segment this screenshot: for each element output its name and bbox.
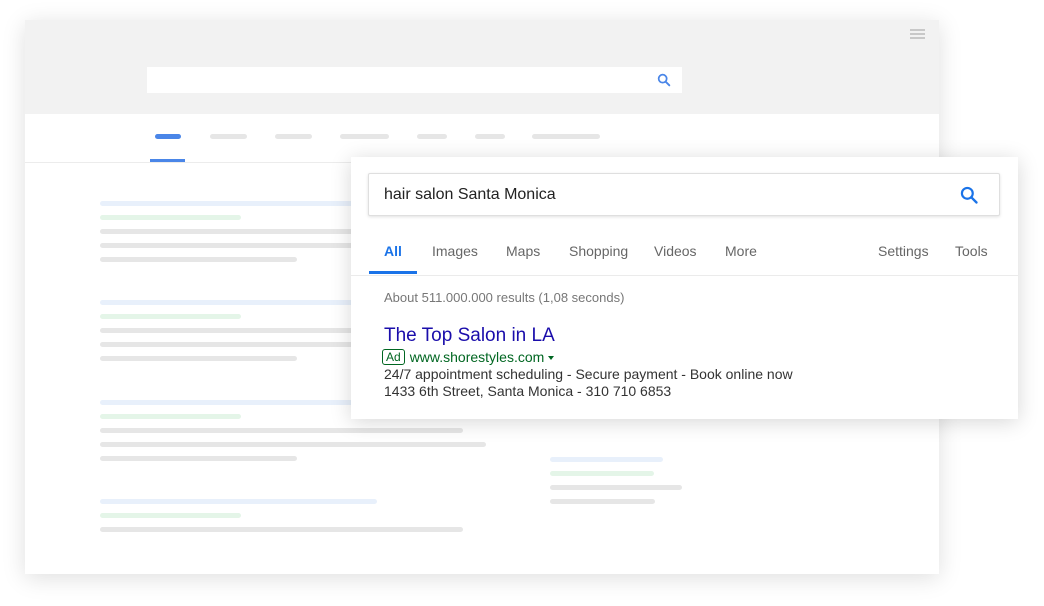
tab-shopping[interactable]: Shopping [569,243,628,259]
search-icon [657,73,671,87]
ad-result-description-line: 24/7 appointment scheduling - Secure pay… [384,366,793,382]
skeleton-line [550,485,682,490]
search-icon[interactable] [959,185,979,205]
search-tabs: All Images Maps Shopping Videos More Set… [351,234,1018,276]
skeleton-line [100,456,297,461]
skeleton-line [100,243,370,248]
caret-down-icon[interactable] [548,355,555,360]
skeleton-line [100,428,463,433]
skeleton-line [550,499,655,504]
skeleton-line [100,229,370,234]
background-tab-placeholder [532,134,600,139]
active-tab-underline [369,271,417,274]
skeleton-line [100,201,370,206]
tab-more[interactable]: More [725,243,757,259]
search-query-text[interactable]: hair salon Santa Monica [384,186,556,204]
skeleton-line [100,257,297,262]
menu-icon [910,29,925,39]
results-count: About 511.000.000 results (1,08 seconds) [384,290,625,305]
background-search-bar [147,67,682,93]
search-results-panel: hair salon Santa Monica All Images Maps … [351,157,1018,419]
ad-result-address-line: 1433 6th Street, Santa Monica - 310 710 … [384,383,672,399]
tab-settings[interactable]: Settings [878,243,929,259]
skeleton-line [100,300,370,305]
search-input[interactable]: hair salon Santa Monica [368,173,1000,216]
background-tab-placeholder [475,134,505,139]
background-top-bar [25,20,939,114]
skeleton-line [100,400,370,405]
tab-tools[interactable]: Tools [955,243,988,259]
skeleton-line [100,215,241,220]
background-tab-placeholder [155,134,181,139]
skeleton-line [100,342,370,347]
tab-all[interactable]: All [384,243,402,259]
skeleton-line [550,457,663,462]
background-tab-bar [25,114,939,163]
skeleton-line [100,314,241,319]
background-tab-placeholder [340,134,389,139]
ad-result-title-link[interactable]: The Top Salon in LA [384,325,555,347]
skeleton-line [550,471,654,476]
skeleton-line [100,499,377,504]
skeleton-line [100,442,486,447]
skeleton-line [100,527,463,532]
ad-result-url[interactable]: www.shorestyles.com [410,349,545,365]
ad-badge: Ad [382,348,405,365]
tab-images[interactable]: Images [432,243,478,259]
skeleton-line [100,414,241,419]
background-tab-placeholder [275,134,312,139]
background-tab-placeholder [417,134,447,139]
skeleton-line [100,328,370,333]
skeleton-line [100,356,297,361]
background-tab-placeholder [210,134,247,139]
skeleton-line [100,513,241,518]
tab-maps[interactable]: Maps [506,243,540,259]
background-active-tab-underline [150,159,185,162]
ad-result-url-line: Ad www.shorestyles.com [382,348,555,365]
tab-videos[interactable]: Videos [654,243,697,259]
